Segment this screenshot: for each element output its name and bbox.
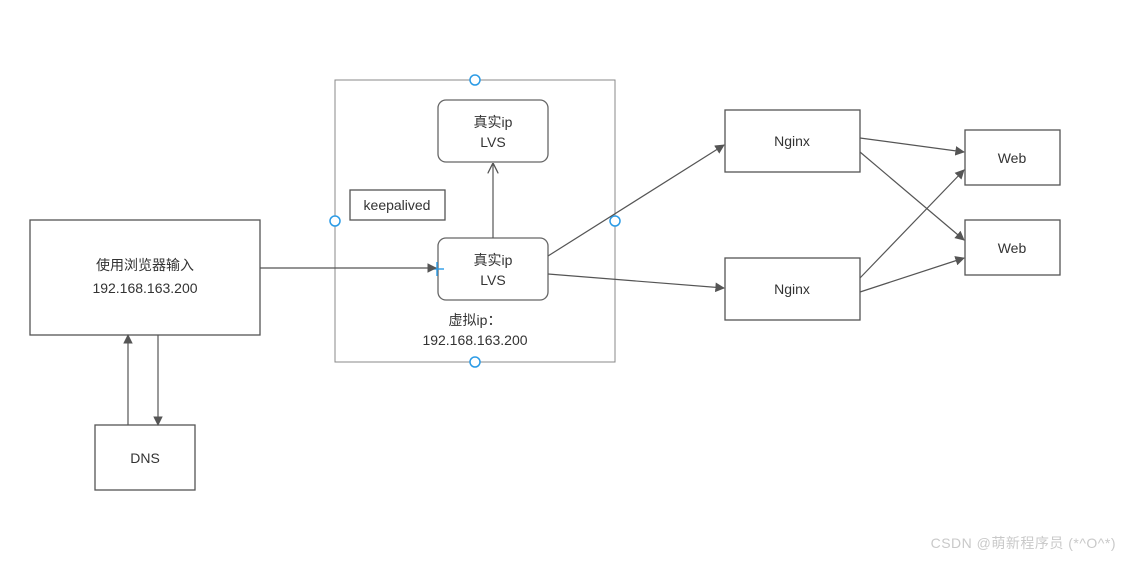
dns-label: DNS <box>130 450 160 466</box>
group-vip-line1: 虚拟ip： <box>449 312 502 328</box>
lvs-bottom-box <box>438 238 548 300</box>
nginx-bottom-label: Nginx <box>774 281 810 297</box>
web-top-label: Web <box>998 150 1027 166</box>
browser-line2: 192.168.163.200 <box>92 280 197 296</box>
arrow-lvs-nginx-top <box>548 145 724 256</box>
lvs-top-line1: 真实ip <box>474 114 513 130</box>
lvs-bottom-line1: 真实ip <box>474 252 513 268</box>
arrow-ngt-webt <box>860 138 964 152</box>
selection-handle-top[interactable] <box>470 75 480 85</box>
group-vip-line2: 192.168.163.200 <box>422 332 527 348</box>
selection-handle-left[interactable] <box>330 216 340 226</box>
lvs-top-box <box>438 100 548 162</box>
arrow-ngb-webb <box>860 258 964 292</box>
lvs-top-line2: LVS <box>480 134 505 150</box>
arrow-ngt-webb <box>860 152 964 240</box>
browser-box <box>30 220 260 335</box>
web-bottom-label: Web <box>998 240 1027 256</box>
nginx-top-label: Nginx <box>774 133 810 149</box>
arrow-ngb-webt <box>860 170 964 278</box>
diagram-canvas: 使用浏览器输入 192.168.163.200 DNS 虚拟ip： 192.16… <box>0 0 1130 561</box>
keepalived-label: keepalived <box>364 197 431 213</box>
lvs-bottom-line2: LVS <box>480 272 505 288</box>
selection-handle-right[interactable] <box>610 216 620 226</box>
selection-handle-bottom[interactable] <box>470 357 480 367</box>
browser-line1: 使用浏览器输入 <box>96 257 194 273</box>
arrow-lvs-nginx-bottom <box>548 274 724 288</box>
